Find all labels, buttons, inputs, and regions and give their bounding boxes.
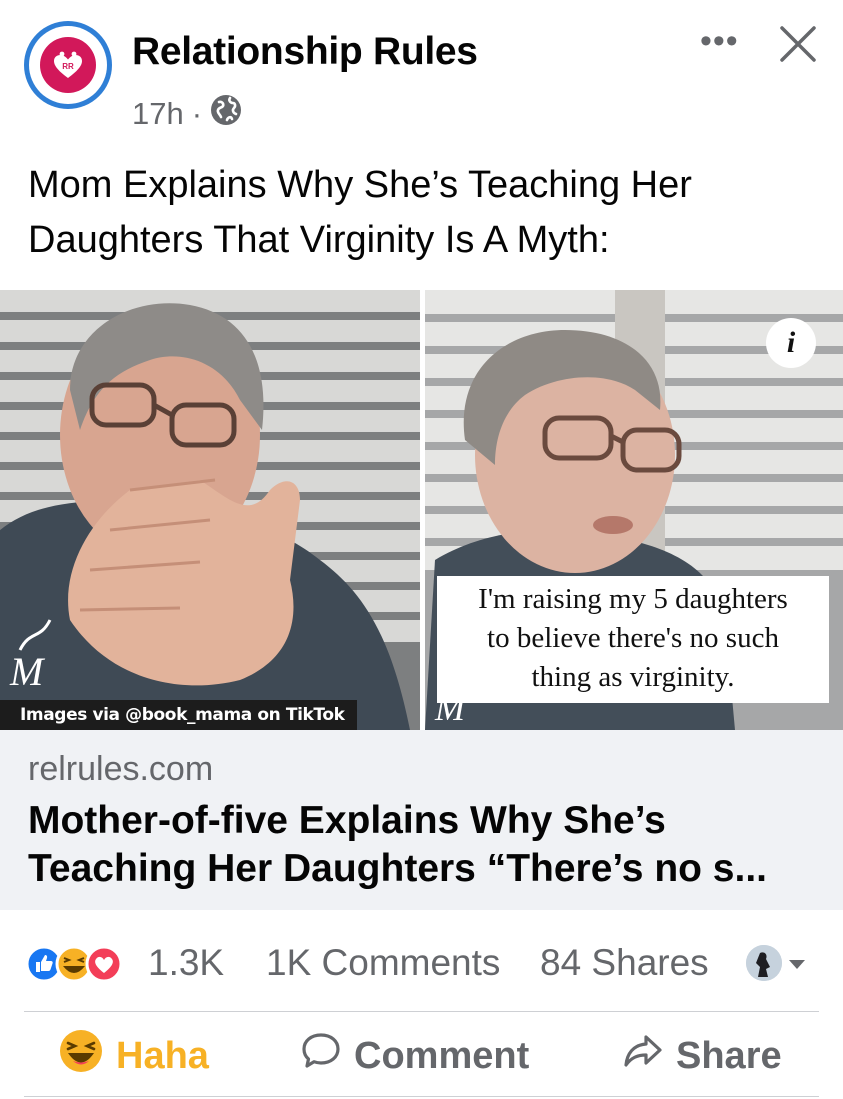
- share-count[interactable]: 84 Shares: [540, 942, 709, 984]
- globe-icon: [210, 94, 242, 134]
- post-image-left[interactable]: M: [0, 290, 420, 730]
- comment-label: Comment: [354, 1034, 530, 1077]
- share-icon: [622, 1030, 664, 1082]
- image-credit: Images via @book_mama on TikTok: [0, 700, 357, 730]
- haha-label: Haha: [116, 1034, 209, 1077]
- quote-line: to believe there's no such: [487, 622, 779, 654]
- haha-button[interactable]: Haha: [58, 1030, 209, 1082]
- divider: [24, 1011, 819, 1012]
- post-meta: 17h ·: [132, 94, 242, 134]
- post-time[interactable]: 17h: [132, 96, 184, 132]
- post-text: Mom Explains Why She’s Teaching Her Daug…: [28, 164, 692, 261]
- link-title[interactable]: Mother-of-five Explains Why She’s Teachi…: [28, 797, 828, 893]
- viewer-avatar[interactable]: [746, 945, 782, 981]
- page-avatar[interactable]: RR: [24, 21, 112, 109]
- more-options-button[interactable]: •••: [700, 22, 739, 61]
- comment-button[interactable]: Comment: [300, 1030, 529, 1082]
- reaction-count[interactable]: 1.3K: [148, 942, 224, 984]
- link-domain: relrules.com: [28, 750, 214, 788]
- chevron-down-icon[interactable]: [789, 960, 805, 969]
- haha-icon: [58, 1028, 104, 1084]
- love-icon: [85, 945, 123, 983]
- watermark-left: M: [9, 649, 46, 694]
- reaction-icons[interactable]: [24, 944, 134, 984]
- heart-logo-icon: RR: [40, 37, 96, 93]
- share-label: Share: [676, 1034, 782, 1077]
- info-button[interactable]: i: [766, 318, 816, 368]
- comment-count[interactable]: 1K Comments: [266, 942, 500, 984]
- page-name[interactable]: Relationship Rules: [132, 30, 478, 74]
- image-quote-caption: I'm raising my 5 daughters to believe th…: [437, 576, 829, 703]
- meta-separator: ·: [191, 96, 203, 131]
- divider: [24, 1096, 819, 1097]
- close-icon[interactable]: [776, 22, 820, 66]
- svg-text:RR: RR: [62, 62, 74, 71]
- quote-line: thing as virginity.: [531, 661, 735, 693]
- share-button[interactable]: Share: [622, 1030, 782, 1082]
- quote-line: I'm raising my 5 daughters: [478, 583, 788, 615]
- comment-icon: [300, 1030, 342, 1082]
